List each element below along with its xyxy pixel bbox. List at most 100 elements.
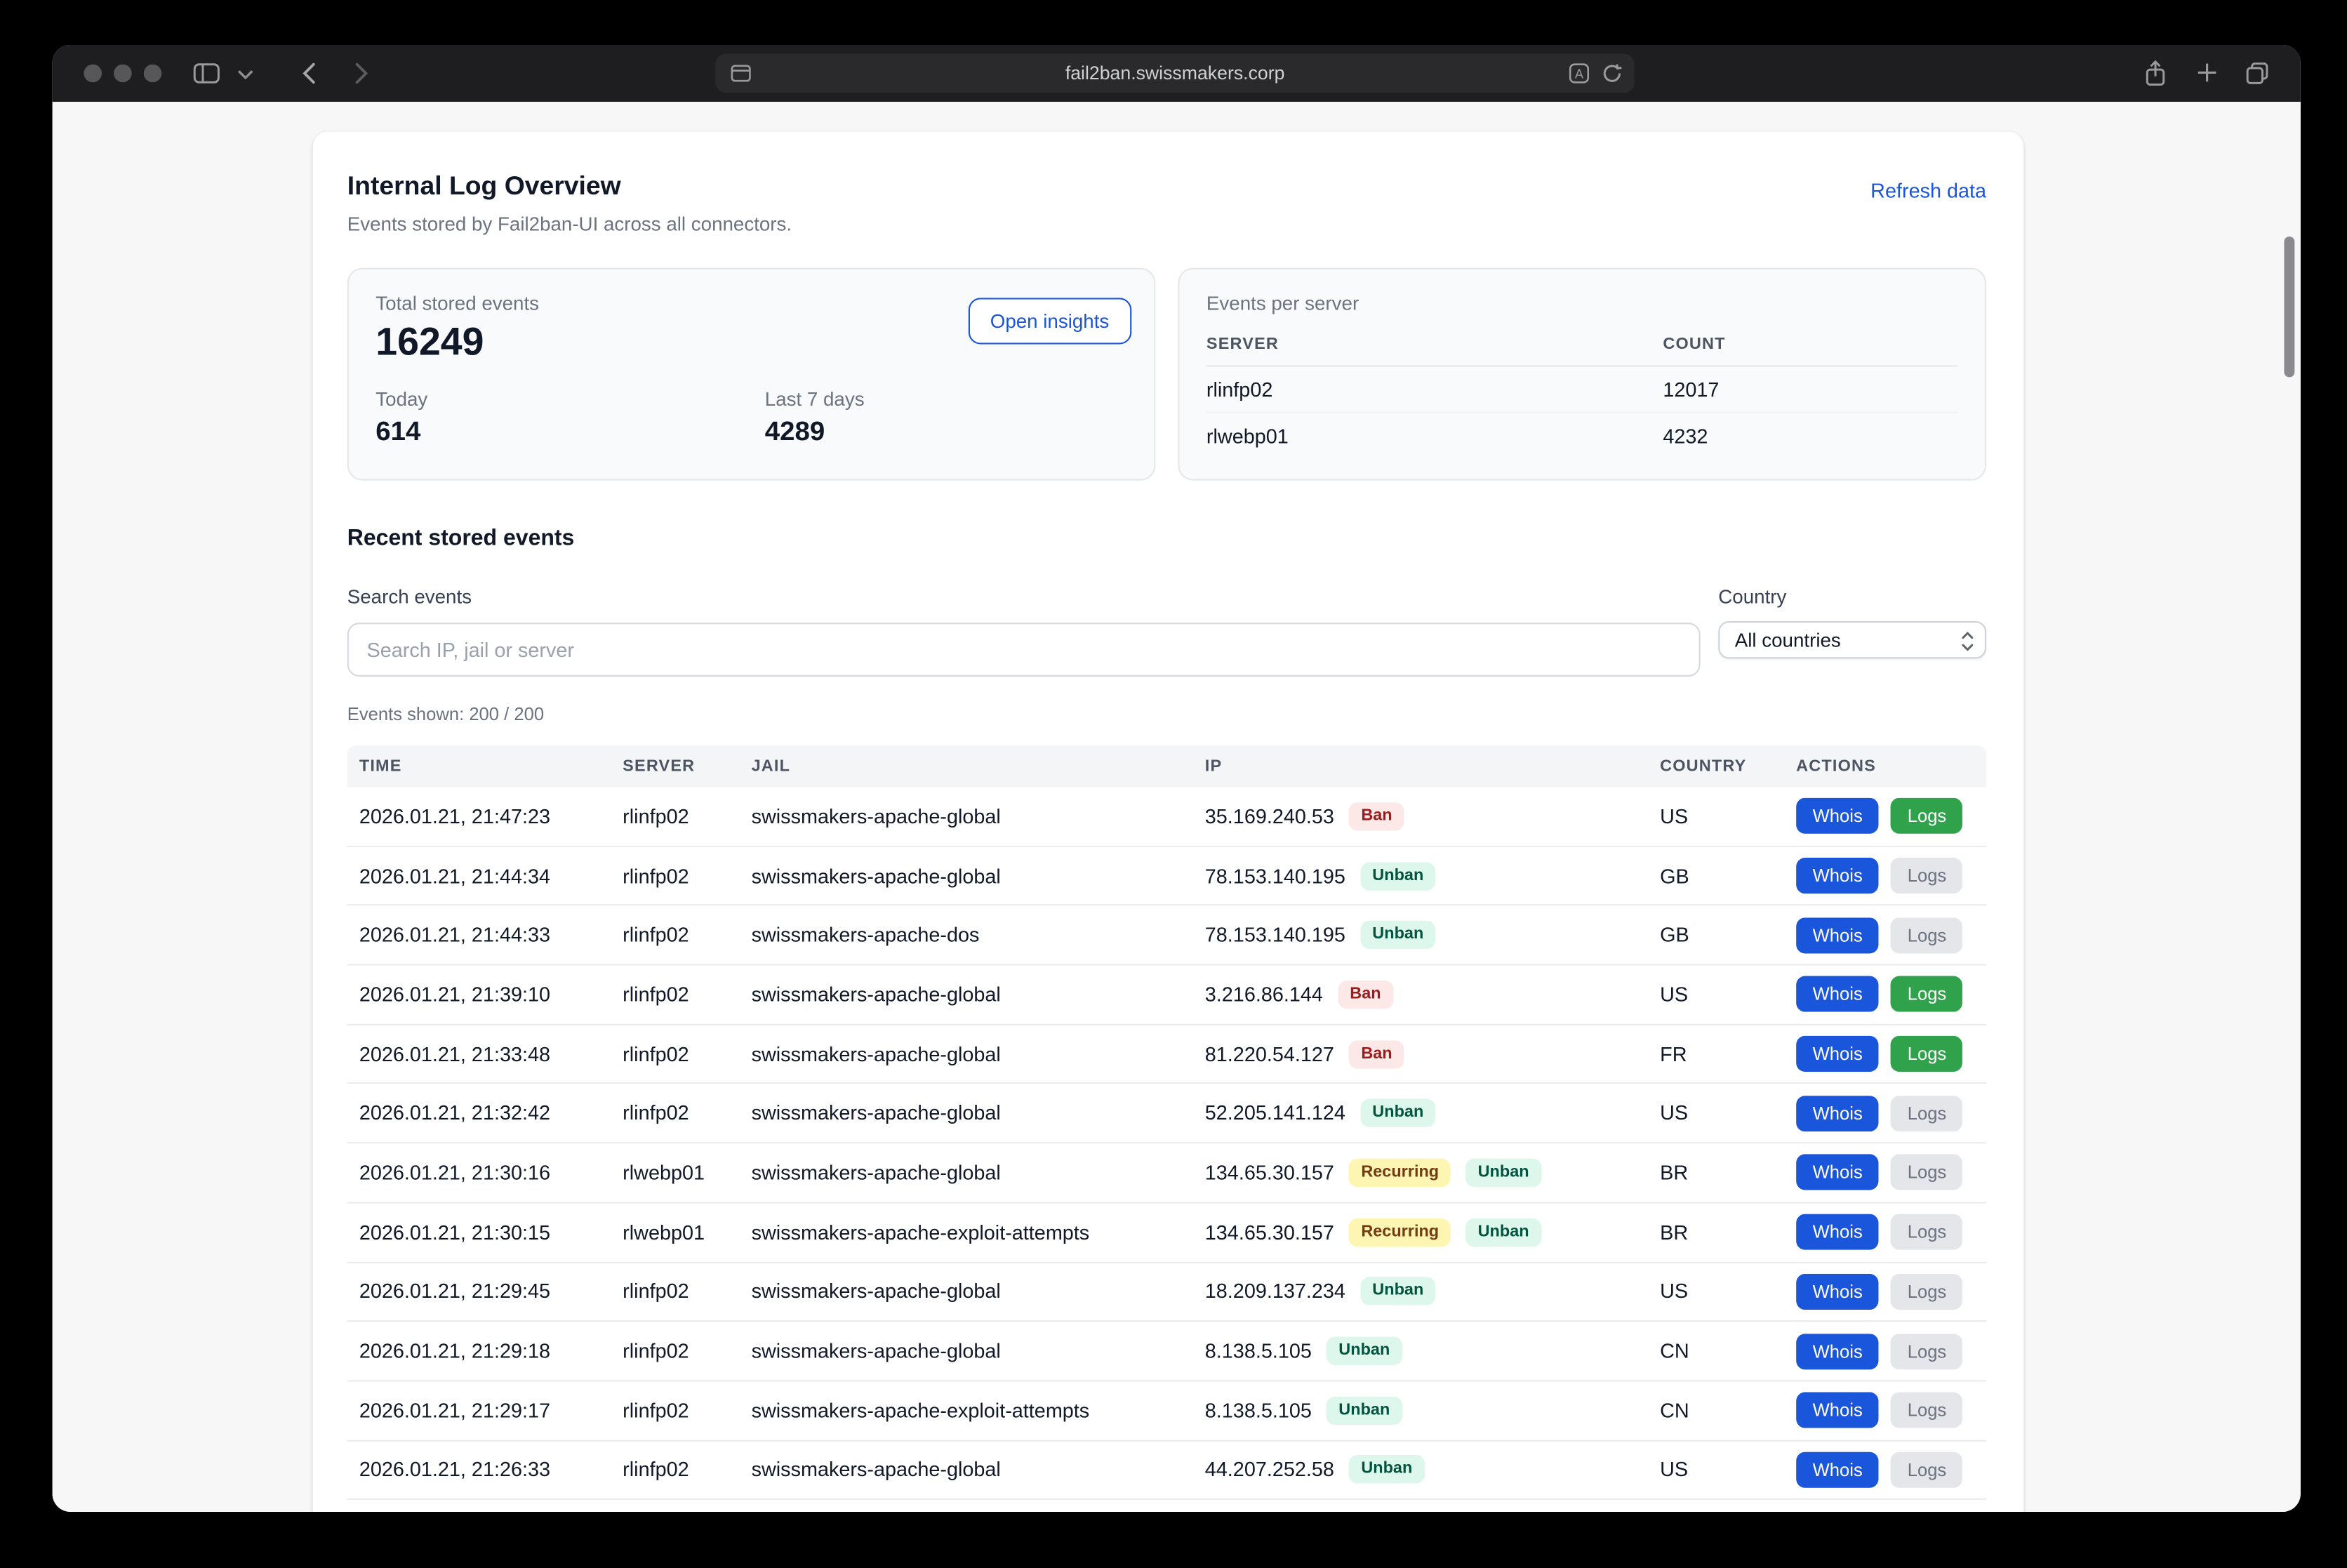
whois-button[interactable]: Whois — [1796, 1451, 1879, 1487]
event-time: 2026.01.21, 21:32:42 — [347, 1102, 611, 1124]
scrollbar-thumb[interactable] — [2284, 237, 2294, 377]
whois-button[interactable]: Whois — [1796, 1393, 1879, 1428]
event-time: 2026.01.21, 21:39:10 — [347, 983, 611, 1006]
event-row: 2026.01.21, 21:47:23rlinfp02swissmakers-… — [347, 788, 1986, 847]
event-ip-cell: 3.216.86.144Ban — [1193, 981, 1648, 1009]
event-actions: Whois Logs — [1784, 1393, 1986, 1428]
window-controls — [84, 65, 161, 83]
event-actions: Whois Logs — [1784, 1096, 1986, 1131]
today-stat: Today 614 — [375, 387, 764, 447]
event-row: 2026.01.21, 21:33:48rlinfp02swissmakers-… — [347, 1025, 1986, 1084]
logs-button[interactable]: Logs — [1891, 976, 1962, 1012]
event-ip-cell: 134.65.30.157RecurringUnban — [1193, 1218, 1648, 1247]
event-server: rlinfp02 — [611, 1280, 739, 1303]
event-country: FR — [1648, 1043, 1784, 1065]
per-server-title: Events per server — [1206, 292, 1958, 314]
whois-button[interactable]: Whois — [1796, 858, 1879, 893]
event-jail: swissmakers-apache-global — [740, 1162, 1193, 1184]
logs-button[interactable]: Logs — [1891, 1274, 1962, 1310]
event-row: 2026.01.21, 21:32:42rlinfp02swissmakers-… — [347, 1084, 1986, 1144]
whois-button[interactable]: Whois — [1796, 1155, 1879, 1190]
event-ip: 8.138.5.105 — [1205, 1399, 1312, 1421]
whois-button[interactable]: Whois — [1796, 976, 1879, 1012]
whois-button[interactable]: Whois — [1796, 798, 1879, 834]
event-row: 2026.01.21, 21:29:45rlinfp02swissmakers-… — [347, 1263, 1986, 1322]
translate-icon[interactable]: A — [1569, 54, 1590, 93]
page-content: Internal Log Overview Events stored by F… — [53, 102, 2301, 1512]
event-row: 2026.01.21, 21:39:10rlinfp02swissmakers-… — [347, 966, 1986, 1025]
whois-button[interactable]: Whois — [1796, 1333, 1879, 1369]
main-panel: Internal Log Overview Events stored by F… — [313, 132, 2024, 1512]
logs-button[interactable]: Logs — [1891, 1451, 1962, 1487]
logs-button[interactable]: Logs — [1891, 1096, 1962, 1131]
event-ip: 52.205.141.124 — [1205, 1102, 1345, 1124]
logs-button[interactable]: Logs — [1891, 858, 1962, 893]
logs-button[interactable]: Logs — [1891, 798, 1962, 834]
event-server: rlinfp02 — [611, 924, 739, 946]
server-row: rlinfp0212017 — [1206, 367, 1958, 413]
event-ip: 35.169.240.53 — [1205, 805, 1334, 828]
event-jail: swissmakers-apache-global — [740, 983, 1193, 1006]
chevron-down-icon[interactable] — [238, 70, 253, 79]
event-jail: swissmakers-apache-global — [740, 805, 1193, 828]
logs-button[interactable]: Logs — [1891, 1155, 1962, 1190]
minimize-window-button[interactable] — [114, 65, 132, 83]
whois-button[interactable]: Whois — [1796, 1274, 1879, 1310]
event-actions: Whois Logs — [1784, 1333, 1986, 1369]
tab-overview-icon[interactable] — [2245, 61, 2269, 85]
whois-button[interactable]: Whois — [1796, 917, 1879, 953]
event-country: CN — [1648, 1399, 1784, 1421]
event-server: rlinfp02 — [611, 983, 739, 1006]
open-insights-button[interactable]: Open insights — [968, 298, 1132, 344]
per-server-rows: rlinfp0212017rlwebp014232 — [1206, 367, 1958, 458]
country-column-header: COUNTRY — [1648, 757, 1784, 776]
event-ip-cell: 52.205.141.124Unban — [1193, 1099, 1648, 1128]
browser-titlebar: fail2ban.swissmakers.corp A — [53, 45, 2301, 102]
whois-button[interactable]: Whois — [1796, 1214, 1879, 1250]
event-actions: Whois Logs — [1784, 798, 1986, 834]
actions-column-header: ACTIONS — [1784, 757, 1986, 776]
address-bar[interactable]: fail2ban.swissmakers.corp A — [715, 54, 1634, 93]
event-actions: Whois Logs — [1784, 1451, 1986, 1487]
refresh-data-link[interactable]: Refresh data — [1870, 180, 1986, 202]
event-country: US — [1648, 1459, 1784, 1481]
event-row: 2026.01.21, 21:26:10rlwebp01swissmakers-… — [347, 1500, 1986, 1512]
search-input[interactable] — [347, 623, 1701, 677]
event-server: rlwebp01 — [611, 1221, 739, 1244]
stat-sub-row: Today 614 Last 7 days 4289 — [375, 387, 1127, 447]
logs-button[interactable]: Logs — [1891, 1511, 1962, 1512]
whois-button[interactable]: Whois — [1796, 1096, 1879, 1131]
logs-button[interactable]: Logs — [1891, 1036, 1962, 1072]
logs-button[interactable]: Logs — [1891, 1333, 1962, 1369]
whois-button[interactable]: Whois — [1796, 1036, 1879, 1072]
server-row: rlwebp014232 — [1206, 413, 1958, 458]
event-ip-cell: 78.153.140.195Unban — [1193, 861, 1648, 890]
event-actions: Whois Logs — [1784, 1155, 1986, 1190]
sidebar-toggle-icon[interactable] — [193, 63, 220, 84]
country-select[interactable]: All countries — [1718, 621, 1986, 658]
logs-button[interactable]: Logs — [1891, 1214, 1962, 1250]
last7-label: Last 7 days — [765, 387, 865, 410]
events-shown-count: Events shown: 200 / 200 — [347, 703, 1986, 724]
logs-button[interactable]: Logs — [1891, 917, 1962, 953]
event-jail: swissmakers-apache-global — [740, 1102, 1193, 1124]
logs-button[interactable]: Logs — [1891, 1393, 1962, 1428]
new-tab-icon[interactable] — [2196, 61, 2219, 84]
page-format-icon[interactable] — [731, 54, 752, 93]
ban-badge: Ban — [1349, 802, 1404, 831]
back-button[interactable] — [302, 63, 316, 84]
event-country: BR — [1648, 1221, 1784, 1244]
event-ip-cell: 35.169.240.53 Ban — [1193, 802, 1648, 831]
unban-badge: Unban — [1360, 921, 1435, 950]
reload-icon[interactable] — [1602, 54, 1623, 93]
event-ip: 3.216.86.144 — [1205, 983, 1323, 1006]
whois-button[interactable]: Whois — [1796, 1511, 1879, 1512]
share-icon[interactable] — [2143, 60, 2167, 86]
event-ip-cell: 44.207.252.58Unban — [1193, 1456, 1648, 1484]
event-country: US — [1648, 1280, 1784, 1303]
recurring-badge: Recurring — [1349, 1218, 1451, 1247]
forward-button[interactable] — [354, 63, 368, 84]
zoom-window-button[interactable] — [144, 65, 162, 83]
close-window-button[interactable] — [84, 65, 102, 83]
event-row: 2026.01.21, 21:29:18rlinfp02swissmakers-… — [347, 1322, 1986, 1382]
